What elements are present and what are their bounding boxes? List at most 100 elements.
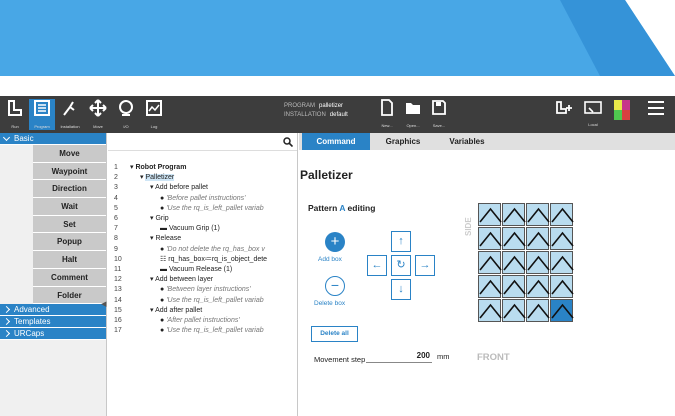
move-up-button[interactable]: ↑	[391, 231, 411, 252]
new-label: New...	[381, 123, 393, 128]
pattern-suffix: editing	[345, 203, 376, 213]
panel-tabs: Command Graphics Variables	[299, 133, 675, 150]
move-icon[interactable]: Move	[85, 99, 111, 130]
run-icon[interactable]: Run	[2, 99, 28, 130]
tree-node-label: 'Between layer instructions'	[166, 286, 251, 294]
move-right-button[interactable]: →	[415, 255, 435, 276]
pallet-box[interactable]	[502, 251, 526, 274]
tree-row[interactable]: 2 ▾ Palletizer	[108, 173, 296, 183]
category-basic[interactable]: Basic	[0, 133, 106, 145]
tree-row[interactable]: 1 ▾ Robot Program	[108, 163, 296, 173]
cmd-popup[interactable]: Popup	[33, 233, 106, 252]
cmd-halt[interactable]: Halt	[33, 251, 106, 269]
tree-row[interactable]: 11 ▬ Vacuum Release (1)	[108, 265, 296, 275]
tree-line-number: 8	[114, 235, 118, 243]
pallet-box[interactable]	[550, 275, 574, 298]
pallet-box[interactable]	[478, 275, 502, 298]
tree-line-number: 4	[114, 194, 118, 202]
rotate-button[interactable]: ↻	[391, 255, 411, 276]
tree-line-number: 9	[114, 245, 118, 253]
tree-node: ▬ Vacuum Grip (1)	[160, 224, 220, 234]
collapse-sidebar-icon[interactable]: ◀	[101, 300, 106, 308]
pallet-box[interactable]	[478, 251, 502, 274]
tree-row[interactable]: 4 ● 'Before pallet instructions'	[108, 194, 296, 204]
category-advanced[interactable]: Advanced	[0, 304, 106, 317]
pallet-box[interactable]	[550, 227, 574, 250]
tree-row[interactable]: 10 ☷ rq_has_box≔rq_is_object_dete	[108, 255, 296, 265]
tree-row[interactable]: 7 ▬ Vacuum Grip (1)	[108, 224, 296, 234]
tree-line-number: 6	[114, 215, 118, 222]
front-label: FRONT	[477, 352, 510, 363]
tree-row[interactable]: 12 ▾ Add between layer	[108, 275, 296, 285]
tree-node: ▾ Release	[150, 234, 181, 244]
program-label: Program	[34, 124, 50, 129]
command-icon: ▬	[160, 225, 169, 233]
tree-row[interactable]: 14 ● 'Use the rq_is_left_pallet variab	[108, 296, 296, 306]
pallet-box[interactable]	[502, 203, 526, 226]
cmd-folder[interactable]: Folder	[33, 286, 106, 305]
category-basic-label: Basic	[14, 134, 34, 143]
movement-step-input[interactable]: 200	[366, 349, 432, 363]
pattern-prefix: Pattern	[308, 203, 340, 213]
tree-line-number: 16	[114, 317, 122, 324]
new-file-icon[interactable]: New...	[374, 99, 400, 130]
cmd-direction[interactable]: Direction	[33, 180, 106, 199]
pallet-box[interactable]	[478, 299, 502, 322]
delete-box-label: Delete box	[314, 300, 346, 307]
delete-all-button[interactable]: Delete all	[311, 326, 358, 342]
pallet-box[interactable]	[550, 251, 574, 274]
pallet-box[interactable]	[526, 299, 550, 322]
urplus-icon[interactable]	[552, 99, 578, 130]
pallet-box[interactable]	[526, 203, 550, 226]
tree-row[interactable]: 6 ▾ Grip	[108, 214, 296, 224]
pallet-box[interactable]	[526, 227, 550, 250]
installation-icon[interactable]: Installation	[57, 99, 83, 130]
cmd-waypoint[interactable]: Waypoint	[33, 162, 106, 181]
category-urcaps-label: URCaps	[14, 329, 45, 339]
category-urcaps[interactable]: URCaps	[0, 328, 106, 341]
pallet-box[interactable]	[502, 275, 526, 298]
save-icon[interactable]: Save...	[426, 99, 452, 130]
tree-node: ▾ Add before pallet	[150, 183, 208, 193]
tab-graphics[interactable]: Graphics	[373, 133, 433, 150]
open-folder-icon[interactable]: Open...	[400, 99, 426, 130]
hamburger-menu-icon[interactable]	[643, 99, 669, 130]
speed-safety-icon[interactable]	[609, 99, 635, 130]
pallet-box[interactable]	[478, 203, 502, 226]
tree-row[interactable]: 15 ▾ Add after pallet	[108, 306, 296, 316]
pallet-box[interactable]	[550, 203, 574, 226]
io-icon[interactable]: I/O	[113, 99, 139, 130]
pallet-box[interactable]	[526, 275, 550, 298]
move-down-button[interactable]: ↓	[391, 279, 411, 300]
tree-row[interactable]: 5 ● 'Use the rq_is_left_pallet variab	[108, 204, 296, 214]
pallet-box[interactable]	[478, 227, 502, 250]
cmd-comment[interactable]: Comment	[33, 268, 106, 287]
tree-row[interactable]: 13 ● 'Between layer instructions'	[108, 285, 296, 295]
tree-row[interactable]: 3 ▾ Add before pallet	[108, 183, 296, 193]
category-templates[interactable]: Templates	[0, 316, 106, 329]
tab-command[interactable]: Command	[302, 133, 370, 150]
tab-variables[interactable]: Variables	[437, 133, 497, 150]
cmd-set[interactable]: Set	[33, 215, 106, 234]
tree-node-label: 'Use the rq_is_left_pallet variab	[166, 204, 264, 212]
cmd-wait[interactable]: Wait	[33, 198, 106, 216]
pallet-box[interactable]	[502, 227, 526, 250]
search-icon[interactable]	[283, 137, 293, 147]
tree-row[interactable]: 8 ▾ Release	[108, 234, 296, 244]
tree-node: ▾ Add between layer	[150, 275, 213, 285]
tree-row[interactable]: 9 ● 'Do not delete the rq_has_box v	[108, 245, 296, 255]
pallet-box[interactable]	[526, 251, 550, 274]
pallet-box[interactable]	[502, 299, 526, 322]
tree-node-label: 'After pallet instructions'	[166, 317, 240, 324]
pallet-box[interactable]	[550, 299, 574, 322]
tree-row[interactable]: 17 ● 'Use the rq_is_left_pallet variab	[108, 326, 296, 336]
move-left-button[interactable]: ←	[367, 255, 387, 276]
cmd-move[interactable]: Move	[33, 145, 106, 163]
delete-box-button[interactable]: −	[325, 276, 345, 296]
tree-row[interactable]: 16 ● 'After pallet instructions'	[108, 316, 296, 326]
add-box-button[interactable]: +	[325, 232, 345, 252]
local-mode-icon[interactable]: Local	[580, 99, 606, 130]
tree-search-bar[interactable]	[108, 133, 297, 151]
log-icon[interactable]: Log	[141, 99, 167, 130]
program-icon[interactable]: Program	[29, 99, 55, 130]
